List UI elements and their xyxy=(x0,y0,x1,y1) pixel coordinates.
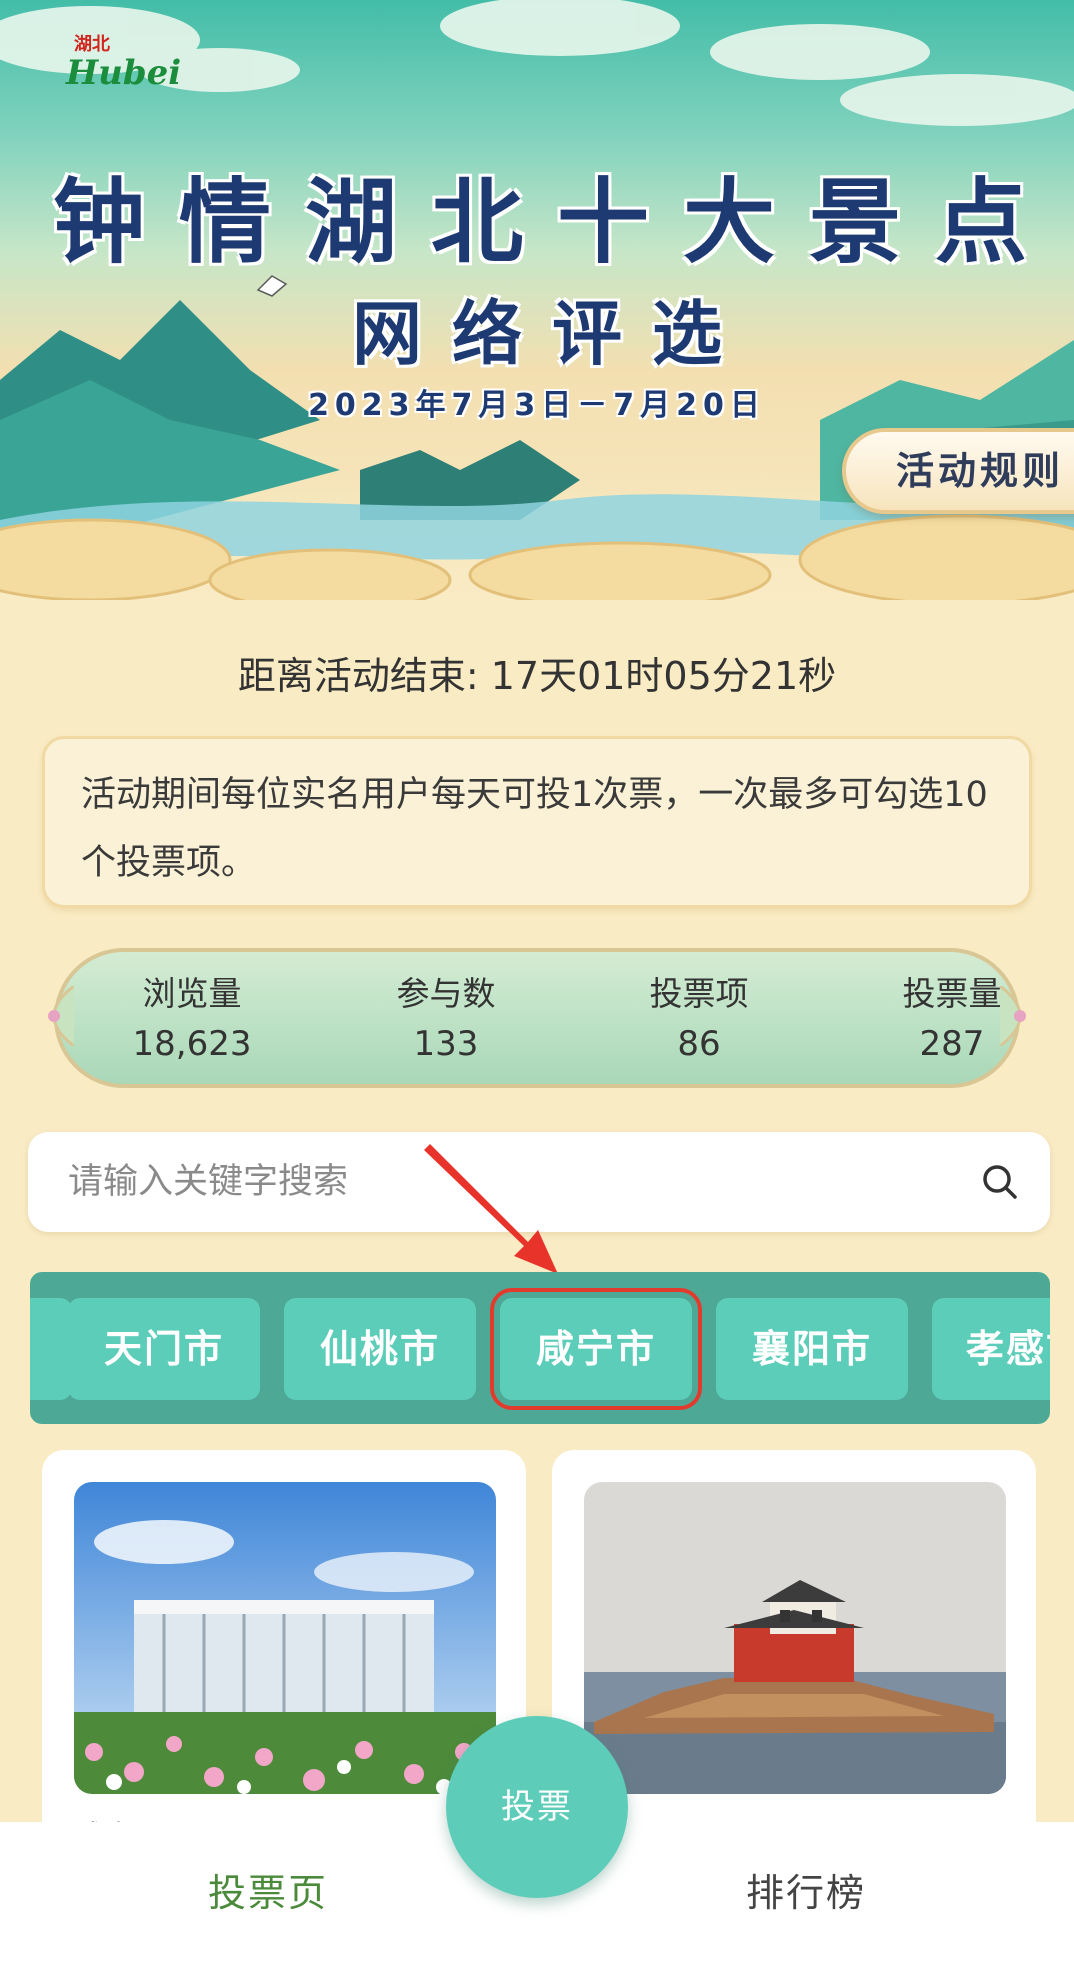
logo-text: Hubei xyxy=(66,53,182,93)
page-title: 钟情湖北十大景点 xyxy=(52,168,1061,276)
event-date-range: 2023年7月3日－7月20日 xyxy=(308,388,766,423)
search-icon[interactable] xyxy=(980,1162,1020,1202)
tab-city[interactable]: 襄阳市 xyxy=(716,1298,908,1400)
rules-button[interactable]: 活动规则 xyxy=(842,428,1074,514)
card-image[interactable] xyxy=(74,1482,496,1794)
tab-city-selected[interactable]: 咸宁市 xyxy=(490,1288,702,1410)
tab-city[interactable]: 孝感市 xyxy=(932,1298,1050,1400)
exhibition-hall-image xyxy=(74,1482,496,1794)
red-arrow-icon xyxy=(424,1144,558,1274)
city-tabs: 天门市 仙桃市 咸宁市 襄阳市 孝感市 xyxy=(30,1272,1050,1424)
stat-value: 86 xyxy=(677,1024,721,1064)
nav-ranking[interactable]: 排行榜 xyxy=(656,1862,956,1917)
stats-panel: 浏览量 18,623 参与数 133 投票项 86 投票量 287 xyxy=(34,944,1040,1092)
ornament-left-icon xyxy=(48,986,74,1046)
stat-value: 133 xyxy=(413,1024,479,1064)
stat-participants: 参与数 133 xyxy=(346,970,546,1070)
voting-notice-text: 活动期间每位实名用户每天可投1次票，一次最多可勾选10个投票项。 xyxy=(81,775,988,883)
stat-label: 投票量 xyxy=(902,974,1002,1013)
lake-pavilion-image xyxy=(584,1482,1006,1794)
logo-mark: 湖北 xyxy=(74,34,110,55)
stat-label: 浏览量 xyxy=(142,974,242,1013)
tab-city-partial[interactable] xyxy=(30,1298,72,1400)
card-image[interactable] xyxy=(584,1482,1006,1794)
voting-notice: 活动期间每位实名用户每天可投1次票，一次最多可勾选10个投票项。 xyxy=(42,736,1032,908)
stat-value: 18,623 xyxy=(132,1024,252,1064)
stat-vote-count: 投票量 287 xyxy=(852,970,1052,1070)
stat-value: 287 xyxy=(919,1024,985,1064)
hubei-logo: 湖北 Hubei xyxy=(64,34,181,98)
vote-button[interactable]: 投票 xyxy=(446,1716,628,1898)
stat-views: 浏览量 18,623 xyxy=(92,970,292,1070)
tab-city[interactable]: 天门市 xyxy=(68,1298,260,1400)
stat-label: 投票项 xyxy=(649,974,749,1013)
tab-city[interactable]: 仙桃市 xyxy=(284,1298,476,1400)
banner: 湖北 Hubei 钟情湖北十大景点 网络评选 2023年7月3日－7月20日 活… xyxy=(0,0,1074,600)
stat-vote-items: 投票项 86 xyxy=(599,970,799,1070)
countdown-timer: 距离活动结束: 17天01时05分21秒 xyxy=(237,654,837,698)
page-subtitle: 网络评选 xyxy=(352,293,752,375)
nav-vote-page[interactable]: 投票页 xyxy=(118,1862,418,1917)
stat-label: 参与数 xyxy=(396,974,496,1013)
